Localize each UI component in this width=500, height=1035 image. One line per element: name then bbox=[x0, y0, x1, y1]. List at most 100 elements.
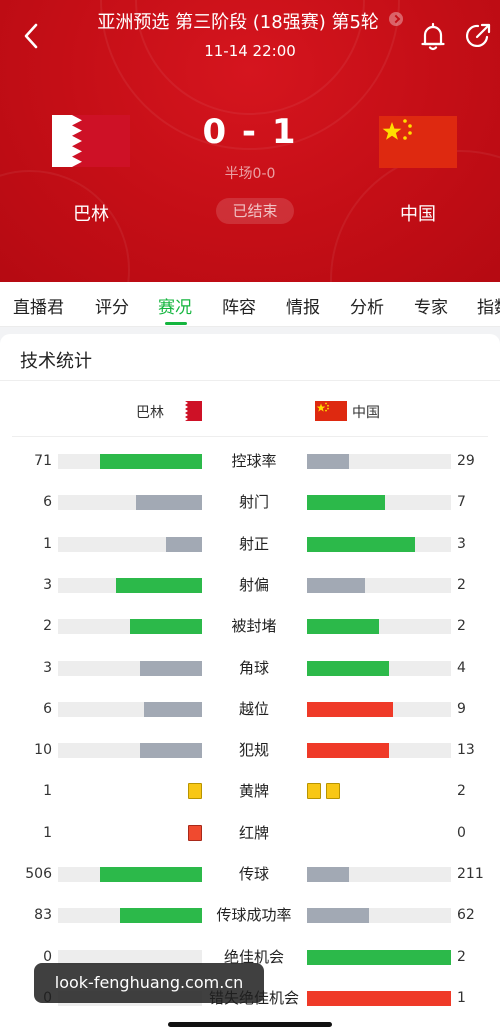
away-stat-bar bbox=[307, 949, 451, 965]
home-stat-bar-fill bbox=[140, 660, 202, 676]
away-stat-bar bbox=[307, 660, 451, 676]
away-stat-bar-fill bbox=[307, 619, 379, 635]
tab-rating[interactable]: 评分 bbox=[95, 293, 129, 318]
tab-experts[interactable]: 专家 bbox=[414, 293, 448, 318]
home-stat-bar-fill bbox=[136, 495, 202, 511]
away-stat-bar bbox=[307, 495, 451, 511]
away-stat-bar-fill bbox=[307, 701, 393, 717]
away-stat-bar-fill bbox=[307, 454, 349, 469]
away-stat-bar-fill bbox=[307, 577, 365, 593]
yellow-card-icon bbox=[326, 783, 340, 800]
chevron-right-icon bbox=[388, 12, 403, 26]
away-stat-bar bbox=[307, 908, 451, 924]
stat-row: 3 射偏 2 bbox=[0, 575, 500, 595]
home-stat-value: 10 bbox=[34, 742, 52, 759]
away-stat-bar-fill bbox=[307, 495, 385, 511]
home-stat-value: 1 bbox=[43, 824, 52, 841]
away-stat-value: 0 bbox=[457, 824, 466, 841]
stat-label: 红牌 bbox=[238, 823, 269, 842]
away-stat-value: 7 bbox=[457, 494, 466, 511]
away-stat-bar-fill bbox=[307, 536, 415, 552]
home-stat-bar bbox=[58, 743, 202, 759]
away-stat-bar bbox=[307, 577, 451, 593]
tab-match-stats[interactable]: 赛况 bbox=[158, 293, 192, 318]
stat-label: 射门 bbox=[238, 493, 269, 512]
stat-label: 控球率 bbox=[231, 452, 277, 470]
header-decoration bbox=[0, 170, 130, 282]
stats-title: 技术统计 bbox=[20, 351, 92, 372]
stats-card: 技术统计 巴林 中国 71 控球率 29 6 射门 7 1 射正 3 3 射偏 2 2 被封堵 2 3 角球 4 6… bbox=[0, 334, 500, 1035]
home-stat-bar-fill bbox=[100, 454, 202, 469]
home-stat-value: 3 bbox=[43, 576, 52, 593]
tab-lineup[interactable]: 阵容 bbox=[222, 293, 256, 318]
home-stat-bar bbox=[58, 495, 202, 511]
away-stat-bar bbox=[307, 990, 451, 1006]
away-stat-value: 211 bbox=[457, 866, 484, 882]
active-tab-indicator bbox=[165, 322, 187, 325]
home-stat-bar-fill bbox=[144, 701, 202, 717]
away-stat-bar-fill bbox=[307, 743, 389, 759]
home-stat-bar-fill bbox=[120, 908, 202, 924]
home-stat-value: 3 bbox=[43, 659, 52, 676]
away-stat-bar-fill bbox=[307, 949, 451, 965]
home-stat-bar-fill bbox=[116, 577, 202, 593]
away-stat-bar-fill bbox=[307, 660, 389, 676]
home-stat-bar bbox=[58, 660, 202, 676]
divider bbox=[0, 380, 500, 381]
home-stat-bar bbox=[58, 701, 202, 717]
stat-label: 传球 bbox=[238, 865, 269, 883]
away-stat-bar bbox=[307, 743, 451, 759]
stat-row: 71 控球率 29 bbox=[0, 451, 500, 471]
stat-row: 1 黄牌 2 bbox=[0, 781, 500, 801]
tab-analysis[interactable]: 分析 bbox=[350, 293, 384, 318]
legend-away-name: 中国 bbox=[352, 405, 380, 421]
stat-row: 506 传球 211 bbox=[0, 864, 500, 884]
stat-label: 射偏 bbox=[238, 575, 269, 594]
away-stat-bar-fill bbox=[307, 908, 369, 924]
watermark: look-fenghuang.com.cn bbox=[34, 963, 264, 1003]
yellow-card-icon bbox=[188, 783, 202, 800]
share-icon[interactable] bbox=[464, 22, 492, 50]
away-team-name[interactable]: 中国 bbox=[379, 200, 457, 226]
away-stat-value: 29 bbox=[457, 453, 475, 469]
bahrain-flag-icon bbox=[180, 401, 202, 421]
away-stat-bar bbox=[307, 867, 451, 882]
stat-row: 6 射门 7 bbox=[0, 492, 500, 512]
home-stat-value: 6 bbox=[43, 700, 52, 717]
home-stat-bar bbox=[58, 577, 202, 593]
home-stat-value: 6 bbox=[43, 494, 52, 511]
away-stat-value: 9 bbox=[457, 700, 466, 717]
home-stat-value: 2 bbox=[43, 618, 52, 635]
match-tabs: 直播君 评分 赛况 阵容 情报 分析 专家 指数 bbox=[0, 282, 500, 327]
away-stat-value: 2 bbox=[457, 618, 466, 635]
away-stat-value: 2 bbox=[457, 576, 466, 593]
home-stat-bar-fill bbox=[130, 619, 202, 635]
tab-intel[interactable]: 情报 bbox=[286, 293, 320, 318]
stat-row: 1 射正 3 bbox=[0, 534, 500, 554]
stat-row: 2 被封堵 2 bbox=[0, 616, 500, 636]
stat-row: 3 角球 4 bbox=[0, 658, 500, 678]
bell-icon[interactable] bbox=[420, 22, 446, 52]
match-header: 亚洲预选 第三阶段 (18强赛) 第5轮 11-14 22:00 0 - 1 半… bbox=[0, 0, 500, 282]
away-stat-value: 3 bbox=[457, 535, 466, 552]
tab-live[interactable]: 直播君 bbox=[13, 293, 64, 318]
home-stat-bar bbox=[58, 619, 202, 635]
china-flag-icon[interactable] bbox=[379, 116, 457, 168]
home-stat-bar bbox=[58, 867, 202, 882]
home-stat-value: 1 bbox=[43, 535, 52, 552]
stat-label: 犯规 bbox=[238, 741, 269, 760]
home-team-name[interactable]: 巴林 bbox=[52, 200, 130, 226]
red-card-icon bbox=[188, 824, 202, 841]
stat-row: 6 越位 9 bbox=[0, 699, 500, 719]
away-stat-bar bbox=[307, 701, 451, 717]
home-stat-bar-fill bbox=[100, 867, 202, 882]
home-stat-value: 71 bbox=[34, 453, 52, 469]
divider bbox=[12, 436, 488, 437]
away-stat-value: 4 bbox=[457, 659, 466, 676]
home-stat-bar bbox=[58, 908, 202, 924]
away-stat-value: 2 bbox=[457, 948, 466, 965]
stat-label: 黄牌 bbox=[238, 782, 269, 801]
china-flag-icon bbox=[315, 401, 347, 421]
away-stat-value: 1 bbox=[457, 989, 466, 1006]
tab-odds[interactable]: 指数 bbox=[477, 293, 500, 318]
